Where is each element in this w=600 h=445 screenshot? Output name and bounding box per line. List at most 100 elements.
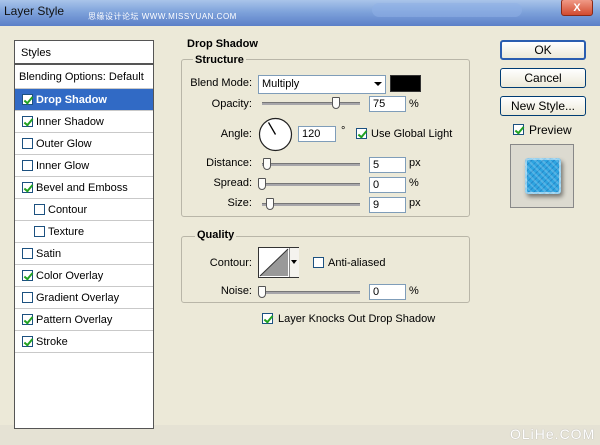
blend-mode-select[interactable]: Multiply bbox=[258, 75, 386, 94]
distance-input[interactable]: 5 bbox=[369, 157, 406, 173]
title-hint-blur bbox=[372, 3, 522, 17]
angle-input[interactable]: 120 bbox=[298, 126, 336, 142]
knockout-checkbox[interactable] bbox=[262, 313, 273, 324]
new-style-button[interactable]: New Style... bbox=[500, 96, 586, 116]
style-label: Inner Shadow bbox=[36, 116, 104, 128]
style-row-pattern-overlay[interactable]: Pattern Overlay bbox=[15, 309, 153, 331]
style-checkbox[interactable] bbox=[34, 204, 45, 215]
style-row-bevel-and-emboss[interactable]: Bevel and Emboss bbox=[15, 177, 153, 199]
opacity-slider-track[interactable] bbox=[262, 102, 360, 105]
preview-checkbox[interactable] bbox=[513, 124, 524, 135]
style-checkbox[interactable] bbox=[22, 138, 33, 149]
distance-slider-thumb[interactable] bbox=[263, 158, 271, 170]
styles-header[interactable]: Styles bbox=[15, 41, 153, 65]
size-unit: px bbox=[409, 197, 421, 209]
noise-label: Noise: bbox=[220, 285, 252, 297]
style-checkbox[interactable] bbox=[22, 94, 33, 105]
style-checkbox[interactable] bbox=[22, 292, 33, 303]
opacity-label: Opacity: bbox=[211, 98, 252, 110]
style-row-inner-shadow[interactable]: Inner Shadow bbox=[15, 111, 153, 133]
style-checkbox[interactable] bbox=[34, 226, 45, 237]
ok-button[interactable]: OK bbox=[500, 40, 586, 60]
preview-swatch bbox=[525, 158, 561, 194]
angle-unit: ° bbox=[341, 125, 346, 137]
blend-mode-value: Multiply bbox=[262, 78, 300, 90]
blending-options-row[interactable]: Blending Options: Default bbox=[15, 65, 153, 89]
contour-label: Contour: bbox=[209, 257, 252, 269]
chevron-down-icon bbox=[291, 260, 297, 264]
style-checkbox[interactable] bbox=[22, 116, 33, 127]
preview-box bbox=[510, 144, 574, 208]
blending-options-label: Blending Options: Default bbox=[19, 71, 144, 83]
style-label: Bevel and Emboss bbox=[36, 182, 128, 194]
style-row-color-overlay[interactable]: Color Overlay bbox=[15, 265, 153, 287]
footer-watermark: OLiHe.COM bbox=[510, 426, 596, 442]
shadow-color-swatch[interactable] bbox=[390, 75, 421, 92]
distance-label: Distance: bbox=[206, 157, 252, 169]
spread-input[interactable]: 0 bbox=[369, 177, 406, 193]
noise-input[interactable]: 0 bbox=[369, 284, 406, 300]
distance-slider-track[interactable] bbox=[262, 163, 360, 166]
style-checkbox[interactable] bbox=[22, 248, 33, 259]
style-checkbox[interactable] bbox=[22, 336, 33, 347]
size-input[interactable]: 9 bbox=[369, 197, 406, 213]
quality-title: Quality bbox=[195, 229, 237, 241]
spread-slider-thumb[interactable] bbox=[258, 178, 266, 190]
style-row-gradient-overlay[interactable]: Gradient Overlay bbox=[15, 287, 153, 309]
use-global-light-label: Use Global Light bbox=[371, 128, 453, 140]
style-row-contour[interactable]: Contour bbox=[15, 199, 153, 221]
spread-slider-track[interactable] bbox=[262, 183, 360, 186]
noise-slider-thumb[interactable] bbox=[258, 286, 266, 298]
preview-label: Preview bbox=[529, 123, 572, 137]
anti-aliased-checkbox[interactable] bbox=[313, 257, 324, 268]
style-label: Contour bbox=[48, 204, 88, 216]
contour-picker[interactable] bbox=[258, 247, 299, 278]
style-checkbox[interactable] bbox=[22, 182, 33, 193]
size-label: Size: bbox=[227, 197, 252, 209]
opacity-unit: % bbox=[409, 98, 419, 110]
style-checkbox[interactable] bbox=[22, 314, 33, 325]
opacity-input[interactable]: 75 bbox=[369, 96, 406, 112]
angle-label: Angle: bbox=[220, 128, 252, 140]
opacity-slider-thumb[interactable] bbox=[332, 97, 340, 109]
style-row-texture[interactable]: Texture bbox=[15, 221, 153, 243]
window-title: Layer Style bbox=[4, 4, 65, 18]
noise-slider-track[interactable] bbox=[262, 291, 360, 294]
chevron-down-icon bbox=[374, 82, 382, 86]
spread-unit: % bbox=[409, 177, 419, 189]
style-label: Inner Glow bbox=[36, 160, 90, 172]
style-row-drop-shadow[interactable]: Drop Shadow bbox=[15, 89, 153, 111]
spread-label: Spread: bbox=[213, 177, 252, 189]
angle-dial-icon bbox=[258, 117, 293, 152]
styles-header-label: Styles bbox=[21, 47, 51, 59]
anti-aliased-label: Anti-aliased bbox=[328, 257, 386, 269]
structure-title: Structure bbox=[193, 54, 246, 66]
blend-mode-label: Blend Mode: bbox=[190, 77, 252, 89]
contour-linear-icon bbox=[259, 248, 289, 277]
style-checkbox[interactable] bbox=[22, 270, 33, 281]
watermark-text: 思缘设计论坛 WWW.MISSYUAN.COM bbox=[88, 12, 237, 21]
knockout-label: Layer Knocks Out Drop Shadow bbox=[278, 313, 436, 325]
size-slider-thumb[interactable] bbox=[266, 198, 274, 210]
distance-unit: px bbox=[409, 157, 421, 169]
close-button[interactable]: X bbox=[561, 0, 593, 16]
style-row-inner-glow[interactable]: Inner Glow bbox=[15, 155, 153, 177]
style-label: Pattern Overlay bbox=[36, 314, 113, 326]
style-label: Outer Glow bbox=[36, 138, 92, 150]
style-label: Gradient Overlay bbox=[36, 292, 120, 304]
noise-unit: % bbox=[409, 285, 419, 297]
style-row-stroke[interactable]: Stroke bbox=[15, 331, 153, 353]
style-row-outer-glow[interactable]: Outer Glow bbox=[15, 133, 153, 155]
style-label: Drop Shadow bbox=[36, 94, 107, 106]
style-label: Color Overlay bbox=[36, 270, 104, 282]
style-row-satin[interactable]: Satin bbox=[15, 243, 153, 265]
style-label: Satin bbox=[36, 248, 62, 260]
use-global-light-checkbox[interactable] bbox=[356, 128, 367, 139]
contour-dropdown[interactable] bbox=[289, 248, 299, 277]
cancel-button[interactable]: Cancel bbox=[500, 68, 586, 88]
drop-shadow-title: Drop Shadow bbox=[185, 38, 260, 50]
style-label: Texture bbox=[48, 226, 85, 238]
angle-dial[interactable] bbox=[258, 117, 293, 152]
size-slider-track[interactable] bbox=[262, 203, 360, 206]
style-checkbox[interactable] bbox=[22, 160, 33, 171]
